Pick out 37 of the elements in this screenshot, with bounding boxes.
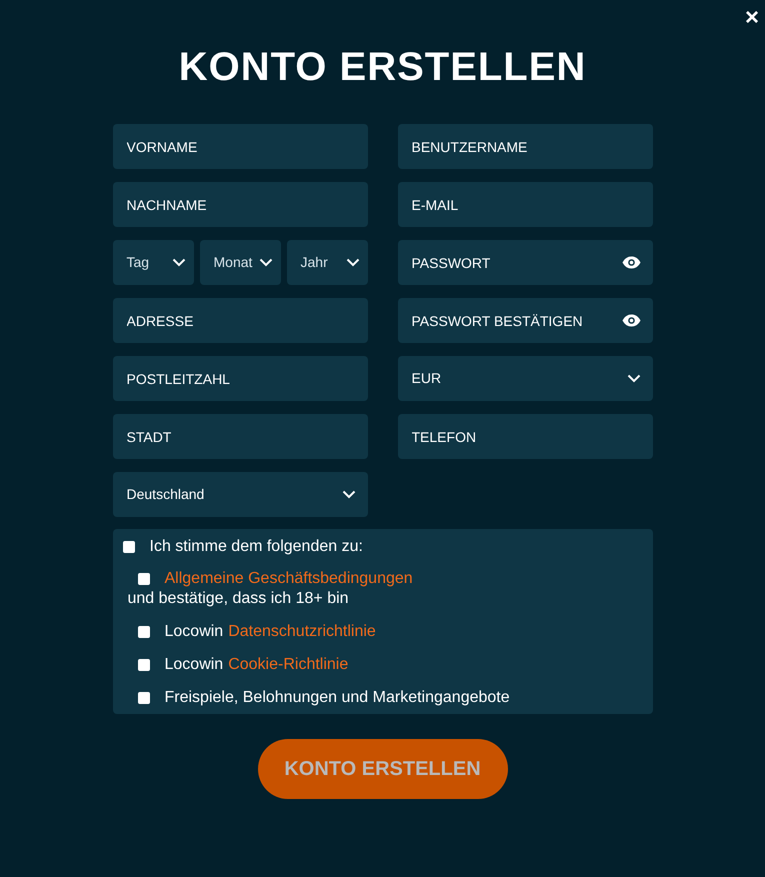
- checkbox[interactable]: [138, 626, 150, 638]
- policy-link[interactable]: Allgemeine Geschäftsbedingungen: [164, 569, 413, 589]
- consent-text: und bestätige, dass ich 18+ bin: [126, 589, 350, 609]
- select-field[interactable]: Deutschland: [112, 472, 368, 517]
- date-select[interactable]: Jahr: [286, 240, 368, 285]
- chevron-down-icon: [626, 374, 640, 383]
- input-field[interactable]: TELEFON: [398, 414, 652, 459]
- eye-icon[interactable]: [622, 314, 640, 327]
- input-field[interactable]: STADT: [112, 414, 368, 459]
- policy-link[interactable]: Datenschutzrichtlinie: [228, 622, 376, 642]
- chevron-down-icon: [258, 258, 272, 267]
- form-title: KONTO ERSTELLEN: [178, 44, 586, 91]
- close-button[interactable]: ×: [744, 6, 759, 30]
- password-field[interactable]: PASSWORT: [398, 240, 652, 285]
- chevron-down-icon: [342, 490, 356, 499]
- consent-text: Locowin: [164, 622, 224, 642]
- input-field[interactable]: ADRESSE: [112, 298, 368, 343]
- password-field[interactable]: PASSWORT BESTÄTIGEN: [398, 298, 652, 343]
- consent-label: Ich stimme dem folgenden zu:: [150, 537, 363, 557]
- input-field[interactable]: POSTLEITZAHL: [112, 356, 368, 401]
- date-select[interactable]: Monat: [200, 240, 280, 285]
- consent-text: Freispiele, Belohnungen und Marketingangebote: [164, 688, 510, 708]
- chevron-down-icon: [346, 258, 360, 267]
- input-field[interactable]: BENUTZERNAME: [398, 124, 652, 169]
- chevron-down-icon: [172, 258, 186, 267]
- checkbox[interactable]: [138, 659, 150, 671]
- select-field[interactable]: EUR: [398, 356, 652, 401]
- input-field[interactable]: VORNAME: [112, 124, 368, 169]
- eye-icon[interactable]: [622, 256, 640, 269]
- checkbox[interactable]: [138, 692, 150, 704]
- checkbox[interactable]: [122, 541, 134, 553]
- input-field[interactable]: NACHNAME: [112, 182, 368, 227]
- consent-text: Locowin: [164, 655, 224, 675]
- checkbox[interactable]: [138, 573, 150, 585]
- policy-link[interactable]: Cookie-Richtlinie: [228, 655, 348, 675]
- date-select[interactable]: Tag: [112, 240, 194, 285]
- input-field[interactable]: E-MAIL: [398, 182, 652, 227]
